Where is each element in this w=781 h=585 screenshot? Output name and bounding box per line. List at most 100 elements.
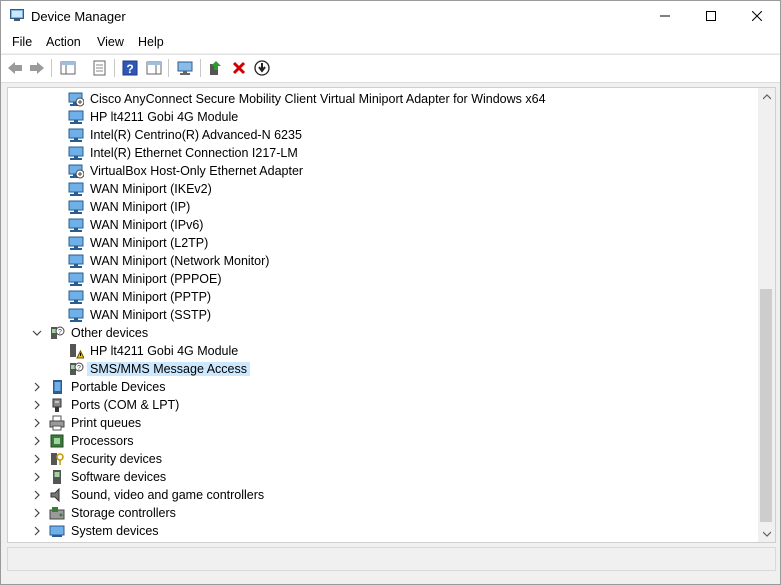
tree-item-network-adapter[interactable]: WAN Miniport (Network Monitor) (66, 252, 766, 270)
tree-item-network-adapter[interactable]: HP lt4211 Gobi 4G Module (66, 108, 766, 126)
uninstall-icon[interactable] (230, 59, 248, 77)
tree-item-network-adapter[interactable]: WAN Miniport (IPv6) (66, 216, 766, 234)
tree-item-network-adapter[interactable]: VirtualBox Host-Only Ethernet Adapter (66, 162, 766, 180)
tree-category-ports[interactable]: Ports (COM & LPT) (32, 396, 732, 414)
vertical-scrollbar[interactable] (758, 88, 775, 542)
tree-item-label: WAN Miniport (L2TP) (90, 236, 209, 250)
device-manager-window: Device Manager File Action View Help ? C… (0, 0, 781, 585)
tree-item-network-adapter[interactable]: WAN Miniport (L2TP) (66, 234, 766, 252)
minimize-button[interactable] (642, 1, 688, 31)
network-adapter-icon (68, 217, 84, 233)
tree-category-label: Storage controllers (71, 506, 176, 520)
menu-bar: File Action View Help (1, 31, 780, 53)
toolbar-separator (114, 59, 115, 77)
scrollbar-thumb[interactable] (760, 289, 772, 522)
tree-category-sound-video-game[interactable]: Sound, video and game controllers (32, 486, 732, 504)
tree-category-label: Other devices (71, 326, 149, 340)
tree-item-network-adapter[interactable]: WAN Miniport (PPPOE) (66, 270, 766, 288)
scroll-down-arrow-icon[interactable] (758, 525, 775, 542)
help-icon[interactable]: ? (121, 59, 139, 77)
forward-arrow-icon[interactable] (28, 59, 46, 77)
device-tree[interactable]: Cisco AnyConnect Secure Mobility Client … (7, 87, 776, 543)
tree-item-network-adapter[interactable]: WAN Miniport (SSTP) (66, 306, 766, 324)
tree-category-label: Software devices (71, 470, 167, 484)
tree-item-label: SMS/MMS Message Access (87, 362, 250, 376)
menu-action[interactable]: Action (46, 35, 81, 49)
tree-category-software-devices[interactable]: Software devices (32, 468, 732, 486)
scan-hardware-icon[interactable] (176, 59, 194, 77)
tree-item-network-adapter[interactable]: Intel(R) Ethernet Connection I217-LM (66, 144, 766, 162)
network-adapter-warning-icon (68, 91, 85, 107)
tree-item-label: Intel(R) Centrino(R) Advanced-N 6235 (90, 128, 302, 142)
tree-item-label: Intel(R) Ethernet Connection I217-LM (90, 146, 298, 160)
tree-item-label: WAN Miniport (IPv6) (90, 218, 204, 232)
maximize-button[interactable] (688, 1, 734, 31)
svg-text:?: ? (126, 62, 133, 76)
tree-item-network-adapter[interactable]: WAN Miniport (PPTP) (66, 288, 766, 306)
chevron-right-icon[interactable] (32, 525, 42, 537)
chevron-right-icon[interactable] (32, 417, 42, 429)
tree-category-print-queues[interactable]: Print queues (32, 414, 732, 432)
tree-category-label: Security devices (71, 452, 163, 466)
tree-item-other-device-selected[interactable]: ? SMS/MMS Message Access (66, 360, 766, 378)
chevron-right-icon[interactable] (32, 381, 42, 393)
close-button[interactable] (734, 1, 780, 31)
printer-icon (49, 415, 65, 431)
tree-category-storage-controllers[interactable]: Storage controllers (32, 504, 732, 522)
menu-view[interactable]: View (97, 35, 124, 49)
device-manager-app-icon (10, 9, 24, 22)
tree-item-network-adapter[interactable]: Cisco AnyConnect Secure Mobility Client … (66, 90, 766, 108)
network-adapter-warning-icon (68, 163, 85, 179)
update-driver-icon[interactable] (207, 59, 225, 77)
tree-item-network-adapter[interactable]: WAN Miniport (IKEv2) (66, 180, 766, 198)
tree-item-label: HP lt4211 Gobi 4G Module (90, 344, 239, 358)
tree-category-label: Processors (71, 434, 134, 448)
disable-device-icon[interactable] (253, 59, 271, 77)
tree-item-other-device[interactable]: HP lt4211 Gobi 4G Module (66, 342, 766, 360)
svg-text:?: ? (77, 365, 81, 372)
tree-item-label: WAN Miniport (PPTP) (90, 290, 212, 304)
tree-category-other-devices[interactable]: ? Other devices (32, 324, 732, 342)
tree-item-label: Cisco AnyConnect Secure Mobility Client … (90, 92, 546, 106)
title-bar[interactable]: Device Manager (1, 1, 780, 31)
chevron-right-icon[interactable] (32, 399, 42, 411)
tree-item-label: VirtualBox Host-Only Ethernet Adapter (90, 164, 304, 178)
tree-item-network-adapter[interactable]: WAN Miniport (IP) (66, 198, 766, 216)
security-device-icon (49, 451, 65, 467)
properties-icon[interactable] (90, 59, 108, 77)
menu-help[interactable]: Help (138, 35, 164, 49)
tree-category-label: System devices (71, 524, 159, 538)
tree-category-processors[interactable]: Processors (32, 432, 732, 450)
network-adapter-icon (68, 145, 84, 161)
speaker-icon (49, 487, 65, 503)
network-adapter-icon (68, 235, 84, 251)
show-hide-console-tree-icon[interactable] (59, 59, 77, 77)
unknown-device-icon: ? (49, 325, 65, 341)
tree-category-portable-devices[interactable]: Portable Devices (32, 378, 732, 396)
tree-category-security-devices[interactable]: Security devices (32, 450, 732, 468)
storage-controller-icon (49, 505, 65, 521)
software-device-icon (49, 469, 65, 485)
toolbar-separator (200, 59, 201, 77)
action-pane-icon[interactable] (145, 59, 163, 77)
back-arrow-icon[interactable] (6, 59, 24, 77)
menu-file[interactable]: File (12, 35, 32, 49)
tree-category-label: Print queues (71, 416, 142, 430)
chevron-right-icon[interactable] (32, 507, 42, 519)
portable-device-icon (49, 379, 65, 395)
network-adapter-icon (68, 127, 84, 143)
chevron-right-icon[interactable] (32, 471, 42, 483)
scroll-up-arrow-icon[interactable] (758, 88, 775, 105)
chevron-down-icon[interactable] (32, 327, 42, 339)
tree-item-label: WAN Miniport (IP) (90, 200, 191, 214)
network-adapter-icon (68, 289, 84, 305)
chevron-right-icon[interactable] (32, 453, 42, 465)
tree-category-label: Portable Devices (71, 380, 166, 394)
chevron-right-icon[interactable] (32, 435, 42, 447)
status-bar (7, 547, 776, 571)
chevron-right-icon[interactable] (32, 489, 42, 501)
tree-category-label: Sound, video and game controllers (71, 488, 265, 502)
tree-item-network-adapter[interactable]: Intel(R) Centrino(R) Advanced-N 6235 (66, 126, 766, 144)
tree-item-label: WAN Miniport (Network Monitor) (90, 254, 270, 268)
tree-category-system-devices[interactable]: System devices (32, 522, 732, 540)
